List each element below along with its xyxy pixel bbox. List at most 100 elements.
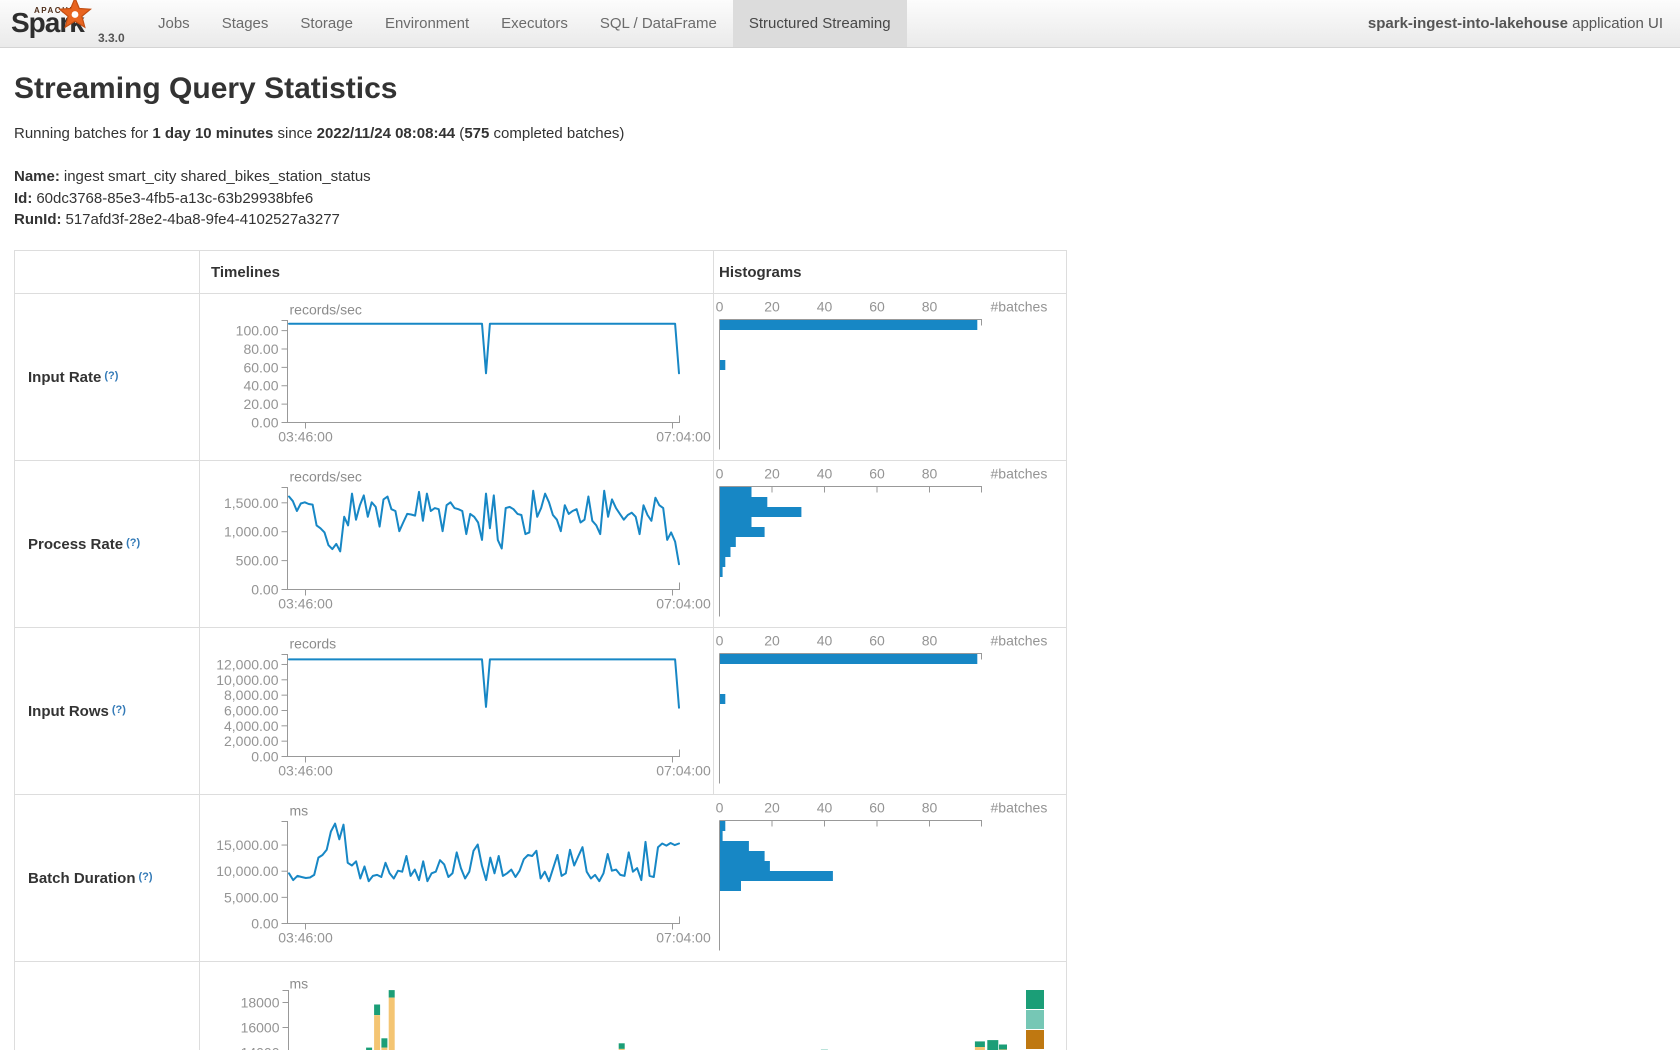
- svg-text:20: 20: [764, 299, 780, 315]
- column-divider: [199, 461, 200, 627]
- page-title: Streaming Query Statistics: [14, 72, 397, 106]
- column-divider: [199, 251, 200, 293]
- svg-text:ms: ms: [290, 803, 309, 819]
- spark-ui-screen: APACHE Spark 3.3.0 JobsStagesStorageEnvi…: [0, 0, 1680, 1050]
- svg-text:12,000.00: 12,000.00: [216, 656, 278, 672]
- svg-text:10,000.00: 10,000.00: [216, 672, 278, 688]
- running-prefix: Running batches for: [14, 125, 152, 142]
- svg-text:18000: 18000: [241, 995, 280, 1011]
- name-label: Name:: [14, 168, 60, 185]
- svg-text:0.00: 0.00: [251, 582, 278, 598]
- legend-swatch-dark-orange: [1026, 1030, 1044, 1049]
- column-divider: [713, 628, 714, 794]
- row-process-rate: Process Rate(?) records/sec1,500.001,000…: [15, 460, 1066, 627]
- svg-text:1,500.00: 1,500.00: [224, 495, 279, 511]
- svg-text:8,000.00: 8,000.00: [224, 687, 279, 703]
- svg-text:07:04:00: 07:04:00: [656, 763, 711, 779]
- svg-text:80: 80: [922, 800, 938, 816]
- tab-sql-dataframe[interactable]: SQL / DataFrame: [584, 0, 733, 47]
- svg-text:100.00: 100.00: [236, 323, 279, 339]
- svg-text:03:46:00: 03:46:00: [278, 596, 333, 612]
- spark-star-icon: [58, 0, 92, 31]
- legend-swatch-light-teal: [1026, 1010, 1044, 1029]
- app-suffix: application UI: [1568, 15, 1663, 32]
- svg-text:14000: 14000: [241, 1045, 280, 1050]
- svg-text:1,000.00: 1,000.00: [224, 524, 279, 540]
- svg-text:20: 20: [764, 466, 780, 482]
- tab-stages[interactable]: Stages: [206, 0, 285, 47]
- svg-text:80.00: 80.00: [243, 341, 278, 357]
- svg-text:0.00: 0.00: [251, 415, 278, 431]
- query-name-line: Name:ingest smart_city shared_bikes_stat…: [14, 166, 371, 188]
- svg-text:07:04:00: 07:04:00: [656, 429, 711, 445]
- column-divider: [199, 962, 200, 1050]
- nav-tabs: JobsStagesStorageEnvironmentExecutorsSQL…: [142, 0, 907, 47]
- column-divider: [199, 294, 200, 460]
- timelines-header: Timelines: [211, 251, 280, 293]
- svg-text:0.00: 0.00: [251, 916, 278, 932]
- svg-text:5,000.00: 5,000.00: [224, 889, 279, 905]
- svg-text:40: 40: [817, 800, 833, 816]
- column-divider: [713, 251, 714, 293]
- svg-text:07:04:00: 07:04:00: [656, 930, 711, 946]
- svg-text:40.00: 40.00: [243, 378, 278, 394]
- svg-text:0: 0: [716, 633, 724, 649]
- svg-text:15,000.00: 15,000.00: [216, 837, 278, 853]
- input-rate-charts: records/sec 100.00 80.00 60.00 40.00 20.00 0.0…: [15, 294, 1066, 461]
- app-title: spark-ingest-into-lakehouse application …: [1368, 0, 1680, 47]
- id-label: Id:: [14, 190, 32, 207]
- legend-swatch-teal: [1026, 990, 1044, 1009]
- name-value: ingest smart_city shared_bikes_station_s…: [64, 168, 371, 185]
- tab-structured-streaming[interactable]: Structured Streaming: [733, 0, 907, 47]
- row-operation-duration: ms180001600014000: [15, 961, 1066, 1050]
- svg-text:40: 40: [817, 466, 833, 482]
- svg-text:#batches: #batches: [991, 633, 1048, 649]
- svg-text:0: 0: [716, 800, 724, 816]
- svg-text:0: 0: [716, 299, 724, 315]
- tab-executors[interactable]: Executors: [485, 0, 584, 47]
- operation-duration-chart: ms180001600014000: [15, 962, 1066, 1050]
- app-name: spark-ingest-into-lakehouse: [1368, 15, 1568, 32]
- svg-text:60: 60: [869, 466, 885, 482]
- running-duration: 1 day 10 minutes: [152, 125, 273, 142]
- svg-text:4,000.00: 4,000.00: [224, 718, 279, 734]
- running-batch-count: 575: [464, 125, 489, 142]
- spark-version: 3.3.0: [98, 31, 125, 45]
- svg-text:20.00: 20.00: [243, 396, 278, 412]
- column-divider: [713, 461, 714, 627]
- svg-text:#batches: #batches: [991, 466, 1048, 482]
- svg-text:80: 80: [922, 299, 938, 315]
- svg-text:records/sec: records/sec: [290, 302, 362, 318]
- batch-duration-charts: ms15,000.0010,000.005,000.000.0003:46:00…: [15, 795, 1066, 962]
- row-input-rate: Input Rate(?) records/sec100.0080.0060.0…: [15, 293, 1066, 460]
- svg-text:500.00: 500.00: [236, 553, 279, 569]
- svg-text:07:04:00: 07:04:00: [656, 596, 711, 612]
- tab-environment[interactable]: Environment: [369, 0, 485, 47]
- svg-text:20: 20: [764, 800, 780, 816]
- row-batch-duration: Batch Duration(?) ms15,000.0010,000.005,…: [15, 794, 1066, 961]
- spark-logo[interactable]: APACHE Spark 3.3.0: [0, 0, 130, 47]
- runid-value: 517afd3f-28e2-4ba8-9fe4-4102527a3277: [65, 211, 339, 228]
- running-paren: (: [455, 125, 464, 142]
- running-mid: since: [273, 125, 316, 142]
- query-meta: Name:ingest smart_city shared_bikes_stat…: [14, 166, 371, 231]
- svg-text:40: 40: [817, 633, 833, 649]
- column-divider: [199, 795, 200, 961]
- tab-jobs[interactable]: Jobs: [142, 0, 206, 47]
- svg-text:0.00: 0.00: [251, 749, 278, 765]
- id-value: 60dc3768-85e3-4fb5-a13c-63b29938bfe6: [36, 190, 313, 207]
- column-divider: [199, 628, 200, 794]
- tab-storage[interactable]: Storage: [284, 0, 369, 47]
- column-divider: [713, 294, 714, 460]
- table-header: Timelines Histograms: [15, 251, 1066, 293]
- process-rate-charts: records/sec1,500.001,000.00500.000.0003:…: [15, 461, 1066, 628]
- statistics-table: Timelines Histograms Input Rate(?) recor…: [14, 250, 1067, 1050]
- svg-text:60: 60: [869, 800, 885, 816]
- svg-text:#batches: #batches: [991, 299, 1048, 315]
- svg-text:60.00: 60.00: [243, 359, 278, 375]
- histograms-header: Histograms: [719, 251, 802, 293]
- svg-text:03:46:00: 03:46:00: [278, 763, 333, 779]
- running-suffix: completed batches): [489, 125, 624, 142]
- svg-text:records: records: [290, 636, 337, 652]
- input-rows-charts: records12,000.0010,000.008,000.006,000.0…: [15, 628, 1066, 795]
